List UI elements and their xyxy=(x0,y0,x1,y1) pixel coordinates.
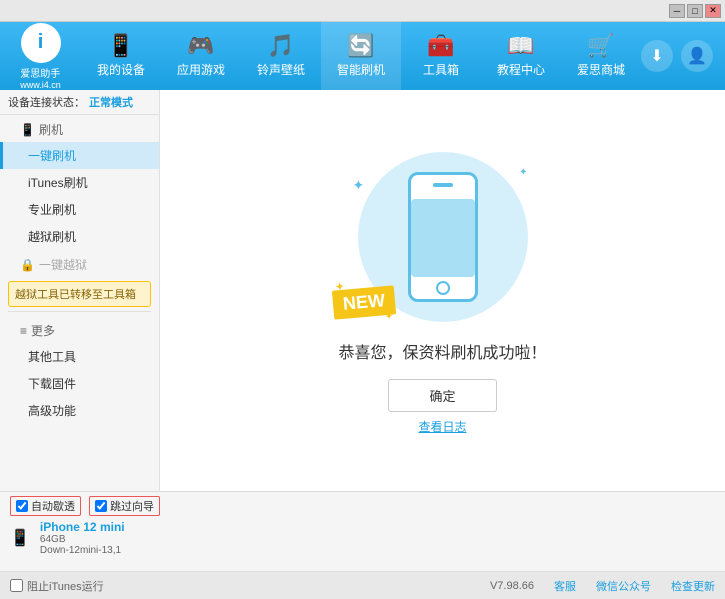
auto-dismiss-checkbox[interactable] xyxy=(16,500,28,512)
nav-tutorials[interactable]: 📖 教程中心 xyxy=(481,22,561,90)
customer-service-link[interactable]: 客服 xyxy=(554,578,576,594)
wechat-public-link[interactable]: 微信公众号 xyxy=(596,578,651,594)
sidebar-item-advanced[interactable]: 高级功能 xyxy=(0,397,159,424)
sidebar-item-itunes-flash[interactable]: iTunes刷机 xyxy=(0,169,159,196)
bottom-section: 自动歇透 跳过向导 📱 iPhone 12 mini 64GB Down-12m… xyxy=(0,491,725,571)
smart-flash-icon: 🔄 xyxy=(347,35,374,57)
footer-left: 阻止iTunes运行 xyxy=(10,578,104,594)
success-message: 恭喜您，保资料刷机成功啦！ xyxy=(338,339,546,363)
close-button[interactable]: ✕ xyxy=(705,4,721,18)
device-name: iPhone 12 mini xyxy=(40,520,125,534)
block-itunes-label[interactable]: 阻止iTunes运行 xyxy=(27,578,104,594)
sidebar: 设备连接状态： 正常模式 📱 刷机 一键刷机 iTunes刷机 专业刷机 越狱刷… xyxy=(0,90,160,491)
user-button[interactable]: 👤 xyxy=(681,40,713,72)
device-storage: 64GB xyxy=(40,534,125,545)
footer-bar: 阻止iTunes运行 V7.98.66 客服 微信公众号 检查更新 xyxy=(0,571,725,599)
block-itunes-checkbox[interactable] xyxy=(10,579,23,592)
flash-section-header: 📱 刷机 xyxy=(0,115,159,142)
phone-illustration: ✦ ✦ NEW xyxy=(343,147,543,327)
apps-games-icon: 🎮 xyxy=(187,35,214,57)
auto-dismiss-label[interactable]: 自动歇透 xyxy=(31,498,75,514)
sidebar-divider xyxy=(8,311,151,312)
flash-section-icon: 📱 xyxy=(20,123,35,137)
main-area: 设备连接状态： 正常模式 📱 刷机 一键刷机 iTunes刷机 专业刷机 越狱刷… xyxy=(0,90,725,491)
nav-items: 📱 我的设备 🎮 应用游戏 🎵 铃声壁纸 🔄 智能刷机 🧰 工具箱 📖 教程中心… xyxy=(81,22,641,90)
logo-icon: i xyxy=(21,23,61,63)
tutorials-icon: 📖 xyxy=(507,35,534,57)
sparkle-left-icon: ✦ xyxy=(353,177,365,194)
title-bar: ─ □ ✕ xyxy=(0,0,725,22)
my-device-icon: 📱 xyxy=(107,35,134,57)
lock-icon: 🔒 xyxy=(20,258,35,272)
sidebar-item-pro-flash[interactable]: 专业刷机 xyxy=(0,196,159,223)
nav-shop[interactable]: 🛒 爱思商城 xyxy=(561,22,641,90)
check-update-link[interactable]: 检查更新 xyxy=(671,578,715,594)
device-info-row: 📱 iPhone 12 mini 64GB Down-12mini-13,1 xyxy=(0,520,725,556)
sidebar-warning: 越狱工具已转移至工具箱 xyxy=(8,281,151,307)
nav-smart-flash[interactable]: 🔄 智能刷机 xyxy=(321,22,401,90)
minimize-button[interactable]: ─ xyxy=(669,4,685,18)
header: i 爱思助手 www.i4.cn 📱 我的设备 🎮 应用游戏 🎵 铃声壁纸 🔄 … xyxy=(0,22,725,90)
skip-wizard-checkbox-group[interactable]: 跳过向导 xyxy=(89,496,160,516)
phone-shape xyxy=(408,172,478,302)
nav-ringtones[interactable]: 🎵 铃声壁纸 xyxy=(241,22,321,90)
toolbox-icon: 🧰 xyxy=(427,35,454,57)
device-firmware: Down-12mini-13,1 xyxy=(40,545,125,556)
device-info: iPhone 12 mini 64GB Down-12mini-13,1 xyxy=(36,520,125,556)
logo-area: i 爱思助手 www.i4.cn xyxy=(0,23,81,90)
shop-icon: 🛒 xyxy=(587,35,614,57)
sparkle-right-icon: ✦ xyxy=(519,167,527,178)
nav-my-device[interactable]: 📱 我的设备 xyxy=(81,22,161,90)
sidebar-item-jailbreak-flash[interactable]: 越狱刷机 xyxy=(0,223,159,250)
logo-text: 爱思助手 www.i4.cn xyxy=(20,65,61,90)
download-button[interactable]: ⬇ xyxy=(641,40,673,72)
maximize-button[interactable]: □ xyxy=(687,4,703,18)
auto-dismiss-checkbox-group[interactable]: 自动歇透 xyxy=(10,496,81,516)
phone-screen xyxy=(411,199,475,277)
nav-toolbox[interactable]: 🧰 工具箱 xyxy=(401,22,481,90)
nav-right-buttons: ⬇ 👤 xyxy=(641,40,725,72)
window-controls[interactable]: ─ □ ✕ xyxy=(669,4,721,18)
confirm-button[interactable]: 确定 xyxy=(388,379,496,412)
connection-status: 设备连接状态： 正常模式 xyxy=(0,90,159,115)
nav-apps-games[interactable]: 🎮 应用游戏 xyxy=(161,22,241,90)
skip-wizard-label[interactable]: 跳过向导 xyxy=(110,498,154,514)
bottom-checkboxes-row: 自动歇透 跳过向导 xyxy=(0,492,725,520)
phone-home-button xyxy=(436,281,450,295)
new-badge: NEW xyxy=(331,285,395,319)
device-phone-icon: 📱 xyxy=(10,528,30,548)
footer-right: V7.98.66 客服 微信公众号 检查更新 xyxy=(490,578,715,594)
sidebar-item-one-click-flash[interactable]: 一键刷机 xyxy=(0,142,159,169)
one-click-restore-header: 🔒 一键越狱 xyxy=(0,250,159,277)
version-label: V7.98.66 xyxy=(490,580,534,592)
skip-wizard-checkbox[interactable] xyxy=(95,500,107,512)
more-section-header: ≡ 更多 xyxy=(0,316,159,343)
ringtones-icon: 🎵 xyxy=(267,35,294,57)
view-log-link[interactable]: 查看日志 xyxy=(418,418,466,435)
content-area: ✦ ✦ NEW 恭喜您，保资料刷机成功啦！ 确定 查看日志 xyxy=(160,90,725,491)
sidebar-item-other-tools[interactable]: 其他工具 xyxy=(0,343,159,370)
more-icon: ≡ xyxy=(20,324,27,338)
sidebar-item-download-firmware[interactable]: 下载固件 xyxy=(0,370,159,397)
